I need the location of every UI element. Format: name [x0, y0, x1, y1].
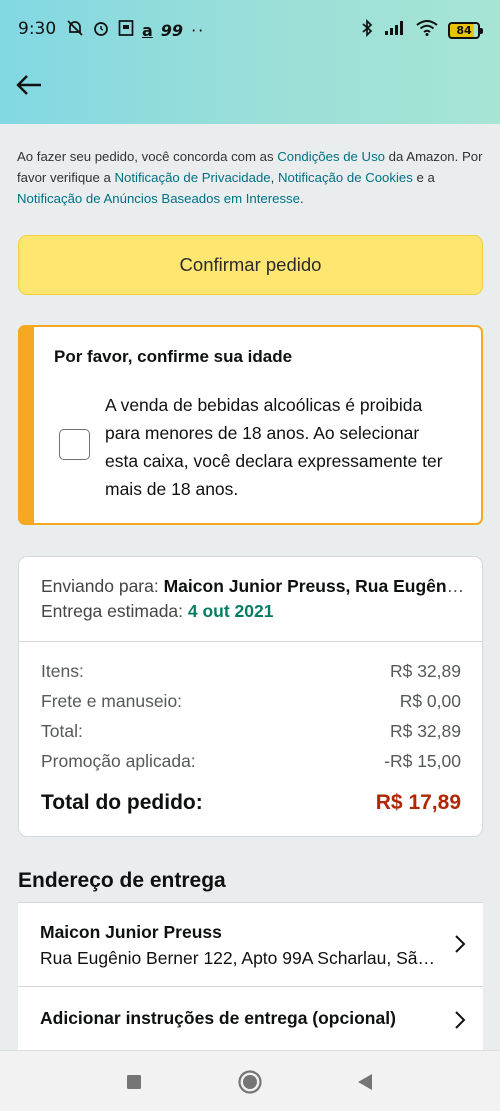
order-total-value: R$ 17,89: [375, 791, 461, 814]
cookies-notice-link[interactable]: Notificação de Cookies: [278, 170, 413, 185]
order-total-label: Total do pedido:: [41, 791, 203, 814]
summary-value: R$ 32,89: [389, 661, 461, 681]
age-confirmation-title: Por favor, confirme sua idade: [54, 347, 293, 366]
delivery-card: Maicon Junior Preuss Rua Eugênio Berner …: [18, 902, 483, 1050]
arrow-left-icon: [16, 75, 41, 95]
legal-text: .: [299, 191, 304, 206]
99-icon: 99: [160, 20, 184, 40]
status-bar: 9:30 a 99 ·· 84: [0, 0, 500, 60]
app-icon: [118, 19, 134, 41]
summary-value: -R$ 15,00: [384, 751, 461, 771]
interest-ads-notice-link[interactable]: Notificação de Anúncios Baseados em Inte…: [17, 191, 300, 206]
legal-notice: Ao fazer seu pedido, você concorda com a…: [17, 146, 487, 209]
status-left-icons: a 99 ··: [66, 19, 205, 41]
chevron-right-icon: [455, 935, 466, 953]
summary-label: Total:: [41, 721, 83, 741]
status-right-icons: 84: [360, 18, 483, 42]
back-triangle-icon: [358, 1074, 372, 1090]
privacy-notice-link[interactable]: Notificação de Privacidade: [115, 170, 271, 185]
order-summary-card: Enviando para: Maicon Junior Preuss, Rua…: [18, 556, 483, 837]
estimated-delivery: Entrega estimada: 4 out 2021: [41, 601, 466, 622]
muted-notification-icon: [66, 19, 84, 41]
estimated-delivery-label: Entrega estimada:: [41, 601, 188, 621]
summary-line-promotion: Promoção aplicada: -R$ 15,00: [41, 751, 461, 772]
age-confirmation-card: Por favor, confirme sua idade A venda de…: [18, 325, 483, 525]
estimated-delivery-date: 4 out 2021: [187, 601, 274, 621]
summary-value: R$ 32,89: [389, 721, 461, 741]
delivery-address-heading: Endereço de entrega: [18, 869, 226, 892]
home-circle-icon: [238, 1070, 262, 1094]
summary-value: R$ 0,00: [399, 691, 461, 711]
status-time: 9:30: [18, 19, 57, 39]
terms-of-use-link[interactable]: Condições de Uso: [277, 149, 385, 164]
signal-icon: [384, 20, 406, 40]
confirm-order-button[interactable]: Confirmar pedido: [18, 235, 483, 295]
age-confirmation-text: A venda de bebidas alcoólicas é proibida…: [105, 395, 443, 499]
shipping-to: Enviando para: Maicon Junior Preuss, Rua…: [41, 576, 466, 597]
summary-label: Itens:: [41, 661, 84, 681]
delivery-instructions-row[interactable]: Adicionar instruções de entrega (opciona…: [18, 987, 483, 1051]
chevron-right-icon: [455, 1011, 466, 1029]
legal-text: ,: [270, 170, 278, 185]
recipient-address: Rua Eugênio Berner 122, Apto 99A Scharla…: [40, 948, 440, 968]
alarm-icon: [92, 19, 110, 41]
delivery-instructions-label: Adicionar instruções de entrega (opciona…: [40, 1008, 396, 1028]
home-button[interactable]: [237, 1069, 263, 1095]
wifi-icon: [416, 20, 438, 40]
summary-label: Frete e manuseio:: [41, 691, 183, 711]
bluetooth-icon: [360, 18, 374, 42]
legal-text: e a: [412, 170, 435, 185]
summary-line-items: Itens: R$ 32,89: [41, 661, 461, 682]
app-header: 9:30 a 99 ·· 84: [0, 0, 500, 124]
back-nav-button[interactable]: [352, 1069, 378, 1095]
summary-line-total: Total: R$ 32,89: [41, 721, 461, 742]
age-confirmation-checkbox[interactable]: [59, 429, 90, 460]
shipping-to-value: Maicon Junior Preuss, Rua Eugênio Berner…: [163, 576, 466, 596]
amazon-icon: a: [142, 20, 153, 40]
divider: [19, 641, 482, 642]
shipping-to-label: Enviando para:: [41, 576, 164, 596]
summary-line-shipping: Frete e manuseio: R$ 0,00: [41, 691, 461, 712]
order-total: Total do pedido: R$ 17,89: [41, 791, 461, 815]
back-button[interactable]: [12, 68, 46, 102]
recents-square-icon: [127, 1075, 141, 1089]
delivery-address-row[interactable]: Maicon Junior Preuss Rua Eugênio Berner …: [18, 903, 483, 987]
legal-text: Ao fazer seu pedido, você concorda com a…: [17, 149, 278, 164]
summary-label: Promoção aplicada:: [41, 751, 196, 771]
recipient-name: Maicon Junior Preuss: [40, 922, 222, 942]
battery-icon: 84: [448, 21, 483, 39]
more-notifications-icon: ··: [191, 20, 206, 40]
recents-button[interactable]: [121, 1069, 147, 1095]
system-nav-bar: [0, 1050, 500, 1111]
